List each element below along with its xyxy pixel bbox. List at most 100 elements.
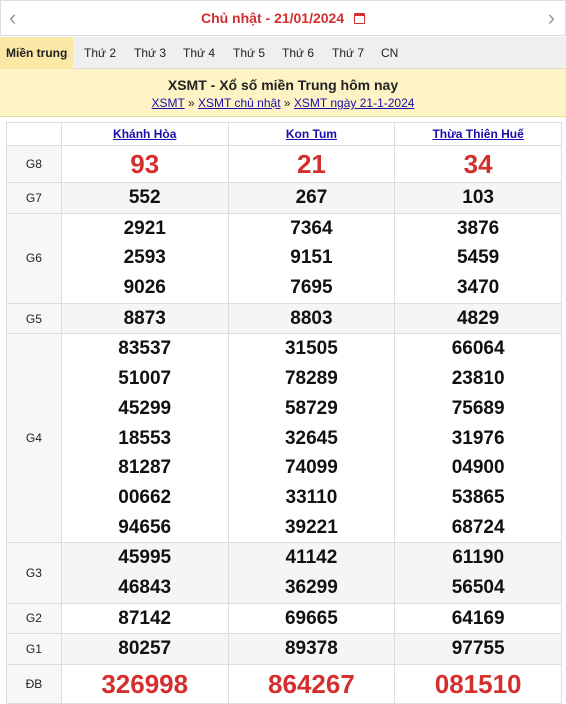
- date-value: 21/01/2024: [274, 10, 345, 26]
- prize-cell: 83537 51007 45299 18553 81287 00662 9465…: [60, 333, 229, 544]
- breadcrumb-xsmt-chu-nhat[interactable]: XSMT chủ nhật: [198, 96, 281, 110]
- special-prize-number: 326998: [101, 668, 189, 699]
- prize-cell: 326998: [60, 664, 229, 704]
- prize-cell: 081510: [394, 664, 562, 704]
- prize-number: 5459: [456, 247, 500, 269]
- prize-number: 103: [462, 187, 494, 208]
- prize-label: G8: [6, 145, 62, 183]
- prize-number: 9026: [123, 277, 166, 299]
- province-link-thua-thien-hue[interactable]: Thừa Thiên Huế: [432, 127, 523, 141]
- prize-number: 18553: [118, 427, 172, 449]
- prize-number: 4829: [456, 307, 500, 329]
- prize-label: G6: [6, 212, 62, 304]
- weekday-label: Chủ nhật -: [200, 10, 271, 26]
- tab-cn[interactable]: CN: [381, 37, 398, 69]
- tab-thu-4[interactable]: Thứ 4: [183, 37, 215, 69]
- province-link-kon-tum[interactable]: Kon Tum: [286, 127, 337, 141]
- prize-cell: 41142 36299: [227, 542, 396, 604]
- prize-label: ĐB: [6, 664, 62, 704]
- province-header: Thừa Thiên Huế: [394, 122, 562, 146]
- special-prize-number: 081510: [434, 668, 522, 699]
- prize-cell: 69665: [227, 602, 396, 635]
- prize-number: 33110: [285, 486, 338, 508]
- calendar-icon[interactable]: [354, 13, 366, 24]
- tab-thu-2[interactable]: Thứ 2: [84, 37, 116, 69]
- weekday-tabs: Miền trung Thứ 2 Thứ 3 Thứ 4 Thứ 5 Thứ 6…: [0, 37, 566, 69]
- breadcrumb-xsmt-date[interactable]: XSMT ngày 21-1-2024: [294, 96, 415, 110]
- prize-number: 41142: [285, 547, 338, 569]
- tab-mien-trung[interactable]: Miền trung: [0, 37, 74, 69]
- prize-number: 81287: [118, 457, 172, 479]
- prize-number: 3876: [456, 217, 500, 239]
- prize-cell: 80257: [60, 633, 229, 665]
- prize-row-g7: G7 552 267 103: [6, 182, 562, 214]
- prize-label: G3: [6, 542, 62, 604]
- prize-cell: 8803: [227, 302, 396, 335]
- prize-cell: 8873: [60, 302, 229, 335]
- prize-number: 04900: [451, 457, 505, 479]
- prize-cell: 66064 23810 75689 31976 04900 53865 6872…: [394, 333, 562, 544]
- prize-number: 83537: [118, 338, 172, 360]
- province-link-khanh-hoa[interactable]: Khánh Hòa: [113, 127, 176, 141]
- breadcrumb-separator: »: [283, 96, 291, 110]
- prize-label: G4: [6, 333, 62, 544]
- prize-number: 66064: [451, 338, 505, 360]
- results-table: Khánh Hòa Kon Tum Thừa Thiên Huế G8 93 2…: [6, 122, 562, 704]
- prize-number: 9151: [290, 247, 333, 269]
- prize-number: 32645: [284, 427, 338, 449]
- date-display[interactable]: Chủ nhật - 21/01/2024: [1, 10, 565, 26]
- prize-label: G5: [6, 302, 62, 335]
- prize-number: 78289: [284, 368, 338, 390]
- prize-number: 7364: [290, 217, 333, 239]
- prize-number: 94656: [118, 516, 172, 538]
- prize-label: G1: [6, 633, 62, 665]
- prize-number: 97755: [451, 638, 505, 660]
- prize-row-g8: G8 93 21 34: [6, 145, 562, 183]
- prize-row-g3: G3 45995 46843 41142 36299 61190 56504: [6, 542, 562, 604]
- prize-label: G2: [6, 602, 62, 635]
- prize-number: 93: [130, 148, 160, 179]
- tab-thu-6[interactable]: Thứ 6: [282, 37, 314, 69]
- prize-number: 2921: [123, 217, 166, 239]
- tab-thu-7[interactable]: Thứ 7: [332, 37, 364, 69]
- prize-cell: 34: [394, 145, 562, 183]
- province-header: Kon Tum: [227, 122, 396, 146]
- prize-number: 31976: [451, 427, 505, 449]
- next-day-icon[interactable]: ›: [548, 6, 555, 30]
- prize-number: 8873: [123, 307, 166, 329]
- prize-cell: 64169: [394, 602, 562, 635]
- breadcrumb-xsmt[interactable]: XSMT: [152, 96, 185, 110]
- prize-number: 46843: [118, 576, 172, 598]
- prize-number: 45995: [118, 547, 172, 569]
- prize-cell: 552: [60, 182, 229, 214]
- prize-row-g5: G5 8873 8803 4829: [6, 302, 562, 335]
- prize-number: 39221: [284, 516, 338, 538]
- prize-number: 45299: [118, 397, 172, 419]
- prize-number: 552: [128, 187, 161, 208]
- prize-number: 53865: [451, 486, 505, 508]
- prize-cell: 3876 5459 3470: [394, 212, 562, 304]
- special-prize-number: 864267: [268, 668, 355, 699]
- tab-thu-3[interactable]: Thứ 3: [134, 37, 166, 69]
- prize-number: 36299: [284, 576, 338, 598]
- prize-cell: 267: [227, 182, 396, 214]
- prize-number: 21: [296, 148, 326, 179]
- prize-number: 74099: [284, 457, 338, 479]
- prize-number: 8803: [290, 307, 333, 329]
- prize-number: 87142: [118, 607, 172, 629]
- prize-number: 58729: [284, 397, 338, 419]
- prize-cell: 7364 9151 7695: [227, 212, 396, 304]
- prize-number: 64169: [451, 607, 505, 629]
- prize-number: 00662: [118, 486, 172, 508]
- prize-row-special: ĐB 326998 864267 081510: [6, 664, 562, 704]
- prize-cell: 93: [60, 145, 229, 183]
- tab-thu-5[interactable]: Thứ 5: [233, 37, 265, 69]
- prize-cell: 31505 78289 58729 32645 74099 33110 3922…: [227, 333, 396, 544]
- date-navigator: ‹ Chủ nhật - 21/01/2024 ›: [0, 0, 566, 36]
- province-header-row: Khánh Hòa Kon Tum Thừa Thiên Huế: [6, 122, 562, 146]
- prize-number: 80257: [118, 638, 172, 660]
- prize-number: 7695: [290, 277, 333, 299]
- prize-number: 2593: [123, 247, 166, 269]
- page-title: XSMT - Xổ số miền Trung hôm nay: [167, 77, 399, 93]
- prize-number: 89378: [284, 638, 338, 660]
